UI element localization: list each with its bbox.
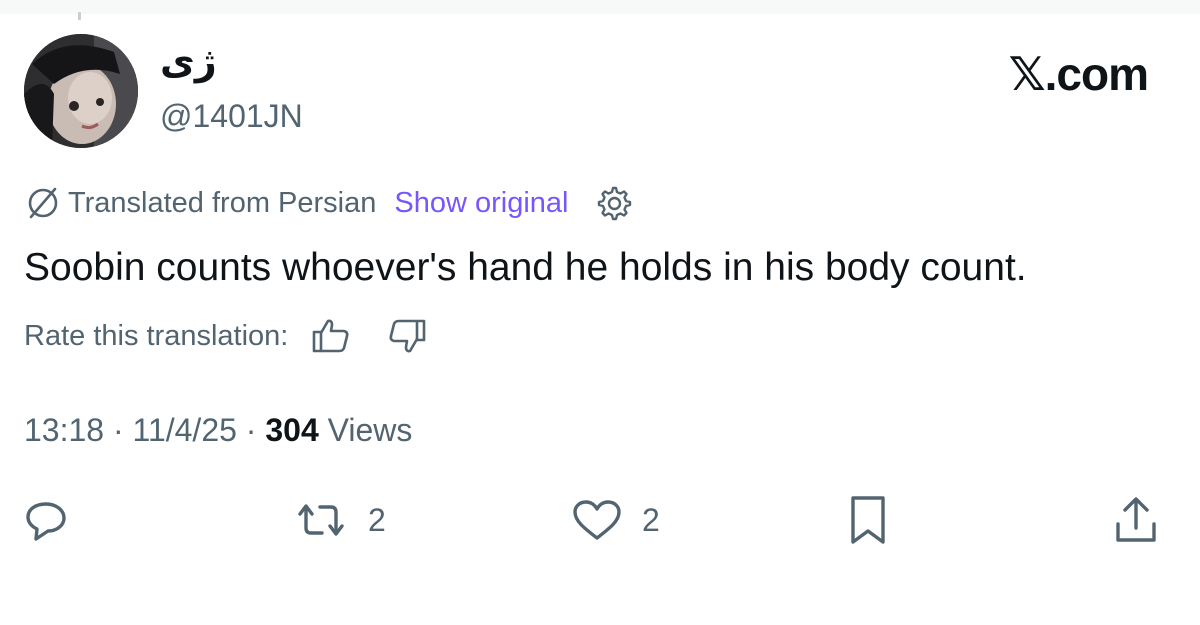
views-count: 304 [265,412,319,448]
thumbs-down-icon[interactable] [386,315,428,357]
top-divider-mark [78,12,81,20]
share-icon [1116,497,1156,542]
avatar[interactable] [24,34,138,148]
reply-button[interactable] [22,494,70,546]
meta-separator: · [236,412,266,448]
brand-logo: 𝕏.com [1008,48,1149,100]
bookmark-button[interactable] [846,494,890,546]
tweet-time[interactable]: 13:18 [24,412,104,448]
tweet-text: Soobin counts whoever's hand he holds in… [24,246,1027,289]
translation-bar: Translated from Persian Show original [24,183,633,223]
rate-translation-row: Rate this translation: [24,315,428,357]
like-button[interactable]: 2 [570,494,660,546]
tweet-meta: 13:18 · 11/4/25 · 304 Views [24,410,412,450]
show-original-link[interactable]: Show original [394,187,568,220]
retweet-button[interactable]: 2 [292,494,386,546]
reply-icon [26,502,66,541]
rate-translation-label: Rate this translation: [24,319,289,352]
top-strip [0,0,1200,14]
meta-separator: · [104,412,133,448]
retweet-icon [298,504,344,536]
thumbs-up-icon[interactable] [310,315,352,357]
like-count: 2 [642,501,660,538]
heart-icon [573,500,621,540]
translation-label: Translated from Persian [68,186,377,219]
tweet-date[interactable]: 11/4/25 [133,412,237,448]
translate-globe-icon [24,186,62,220]
views-label: Views [318,412,413,448]
gear-icon[interactable] [593,183,633,223]
retweet-count: 2 [368,501,386,538]
share-button[interactable] [1112,494,1160,546]
display-name[interactable]: ژی [160,40,217,84]
bookmark-icon [851,496,885,544]
user-handle[interactable]: @1401JN [160,96,303,136]
